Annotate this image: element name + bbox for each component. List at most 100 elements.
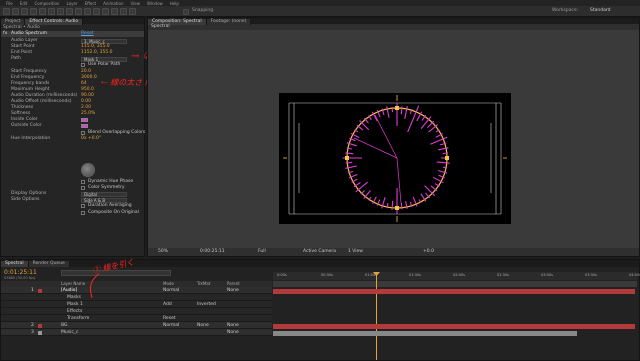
ruler-tick-label: 02:30s [497, 273, 509, 277]
property-value[interactable]: 3000.0 [81, 75, 97, 81]
zoom-select[interactable]: 50% [158, 248, 168, 256]
layer-trkmat[interactable]: None [197, 322, 209, 329]
hand-tool-icon[interactable] [21, 8, 28, 15]
layer-name[interactable]: BG [61, 322, 68, 329]
roto-brush-icon[interactable] [120, 8, 127, 15]
text-tool-icon[interactable] [84, 8, 91, 15]
layer-parent[interactable]: None [227, 322, 239, 329]
timeline-timecode[interactable]: 0:01:25:11 [4, 269, 37, 276]
tab-footage[interactable]: Footage: (none) [206, 19, 252, 25]
tab-timeline-spectral[interactable]: Spectral [1, 261, 29, 267]
checkbox[interactable] [81, 180, 85, 184]
layer-mode[interactable]: Add [163, 301, 172, 308]
layer-name[interactable]: Masks [67, 294, 81, 301]
layer-parent[interactable]: None [227, 287, 239, 294]
timeline-layer-row[interactable]: 1 [Audio] Normal None [1, 287, 272, 294]
menu-item[interactable]: Animation [103, 1, 123, 6]
property-value[interactable]: 25.0% [81, 111, 95, 117]
property-value[interactable]: 1152.0, 355.0 [81, 50, 113, 56]
layer-label-color[interactable] [38, 323, 42, 328]
camera-tool-icon[interactable] [48, 8, 55, 15]
checkbox-label: Composite On Original [88, 209, 139, 215]
effect-header: fx Audio Spectrum Reset [1, 31, 144, 37]
comp-viewer[interactable] [148, 30, 639, 248]
checkbox[interactable] [81, 204, 85, 209]
timeline-layer-row[interactable]: 2 BG Normal None None [1, 322, 272, 329]
layer-trkmat[interactable]: Inverted [197, 301, 216, 308]
home-icon[interactable] [3, 8, 10, 15]
menu-item[interactable]: Layer [66, 1, 77, 6]
effect-fx-icon[interactable]: fx [3, 31, 7, 37]
tab-render-queue[interactable]: Render Queue [28, 261, 70, 267]
layer-name[interactable]: Transform [67, 315, 89, 322]
timeline-layer-row[interactable]: Effects [1, 308, 272, 315]
reset-link[interactable]: Reset [81, 31, 94, 37]
pan-behind-tool-icon[interactable] [57, 8, 64, 15]
property-row: Start Frequency 20.0 [1, 69, 144, 75]
camera-select[interactable]: Active Camera [303, 248, 336, 256]
work-area-bar[interactable] [273, 281, 637, 287]
layer-parent[interactable]: None [227, 329, 239, 336]
comp-canvas[interactable] [279, 93, 511, 224]
timeline-layer-row[interactable]: Masks [1, 294, 272, 301]
property-dropdown[interactable]: 3. Music_c [81, 38, 127, 44]
layer-label-color[interactable] [38, 330, 42, 335]
current-time-indicator[interactable] [376, 272, 377, 360]
layer-bar-audio[interactable] [273, 289, 635, 294]
layer-name[interactable]: [Audio] [61, 287, 77, 294]
property-value[interactable]: 20.0 [81, 69, 91, 75]
timeline-layer-row[interactable]: 3 Music_c None [1, 329, 272, 336]
menu-item[interactable]: Window [147, 1, 163, 6]
snapping-checkbox[interactable] [183, 8, 189, 15]
eraser-tool-icon[interactable] [111, 8, 118, 15]
layer-bar-bg[interactable] [273, 324, 635, 329]
layer-name[interactable]: Music_c [61, 329, 79, 336]
time-ruler[interactable]: 0:00s 00:30s 01:00s 01:30s 02:00s 02:30s 03:00… [273, 272, 640, 280]
property-dropdown[interactable]: Digital [81, 191, 127, 197]
layer-name[interactable]: Effects [67, 308, 82, 315]
property-row: Hue Interpolation 0x +0.0° [1, 136, 144, 142]
layer-mode[interactable]: Normal [163, 287, 179, 294]
exposure-value[interactable]: +0.0 [423, 248, 434, 256]
menu-item[interactable]: Edit [20, 1, 28, 6]
property-value[interactable]: 64 [81, 81, 87, 87]
layer-bar-music[interactable] [273, 331, 577, 336]
timeline-layer-row[interactable]: Mask 1 Add Inverted [1, 301, 272, 308]
color-swatch[interactable] [81, 118, 88, 123]
selection-tool-icon[interactable] [12, 8, 19, 15]
layer-number: 3 [31, 330, 34, 335]
layer-mode[interactable]: Normal [163, 322, 179, 329]
checkbox[interactable] [81, 130, 85, 135]
audio-spectrum-visual [283, 95, 507, 222]
layer-mode[interactable]: Reset [163, 315, 176, 322]
zoom-tool-icon[interactable] [30, 8, 37, 15]
pen-tool-icon[interactable] [75, 8, 82, 15]
menu-item[interactable]: Composition [34, 1, 59, 6]
property-value[interactable]: 90.00 [81, 93, 94, 99]
rotate-tool-icon[interactable] [39, 8, 46, 15]
puppet-tool-icon[interactable] [129, 8, 136, 15]
property-value[interactable]: 950.0 [81, 87, 94, 93]
menu-item[interactable]: Help [170, 1, 179, 6]
mask-tool-icon[interactable] [66, 8, 73, 15]
menu-item[interactable]: File [6, 1, 13, 6]
ruler-tick-label: 00:30s [321, 273, 333, 277]
checkbox[interactable] [81, 63, 85, 68]
property-value[interactable]: 0x +0.0° [81, 136, 101, 142]
timecode-display[interactable]: 0:00:25:11 [200, 248, 225, 256]
layer-name[interactable]: Mask 1 [67, 301, 83, 308]
spectrum-bar [400, 106, 403, 115]
color-swatch[interactable] [81, 124, 88, 129]
clone-tool-icon[interactable] [102, 8, 109, 15]
views-select[interactable]: 1 View [348, 248, 363, 256]
layer-label-color[interactable] [38, 288, 42, 293]
checkbox[interactable] [81, 210, 85, 215]
timeline-layer-row[interactable]: Transform Reset [1, 315, 272, 322]
hue-dial[interactable] [81, 163, 95, 177]
menu-item[interactable]: Effect [85, 1, 97, 6]
resolution-select[interactable]: Full [258, 248, 266, 256]
menu-item[interactable]: View [131, 1, 141, 6]
checkbox[interactable] [81, 186, 85, 191]
brush-tool-icon[interactable] [93, 8, 100, 15]
workspace-select[interactable]: Standard [590, 8, 610, 13]
